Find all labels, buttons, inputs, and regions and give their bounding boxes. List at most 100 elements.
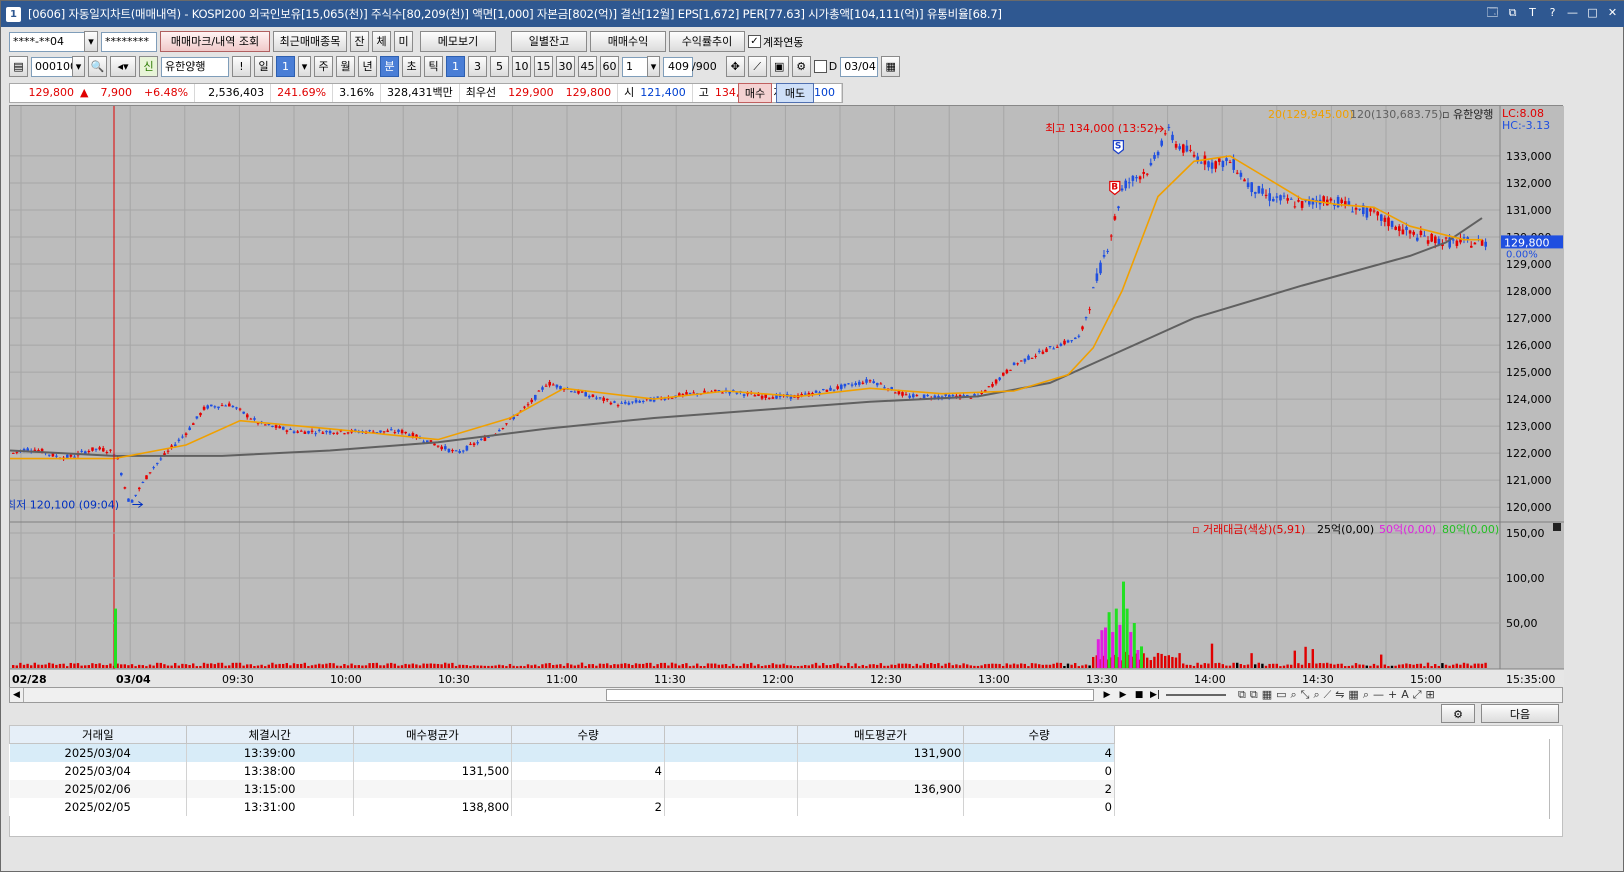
col-sell-qty[interactable]: 수량 — [963, 725, 1115, 744]
volume-bar — [1398, 664, 1401, 668]
code-dropdown-icon[interactable]: ▾ — [72, 56, 85, 77]
stock-code-input[interactable]: 000100 — [31, 56, 73, 77]
candle-body — [922, 394, 926, 399]
minute-1-button[interactable]: 1 — [446, 56, 465, 77]
text-icon[interactable]: T — [1526, 6, 1539, 19]
volume-bar — [94, 663, 98, 668]
price-chart-svg[interactable]: 120,000 121,000 122,000 123,000 124,000 125,0… — [10, 106, 1564, 688]
crosshair-icon[interactable]: ✥ — [725, 56, 745, 77]
table-row[interactable]: 2025/02/05 13:31:00 138,800 2 0 — [9, 797, 1115, 816]
candle-body — [1300, 201, 1304, 208]
grid-vertical-scrollbar[interactable] — [1549, 739, 1559, 819]
volume-bar — [426, 663, 429, 668]
trade-profit-button[interactable]: 매매수익 — [590, 31, 666, 52]
sell-button[interactable]: 매도 — [776, 83, 814, 103]
table-row[interactable]: 2025/03/04 13:38:00 131,500 4 0 — [9, 761, 1115, 780]
return-trend-button[interactable]: 수익률추이 — [669, 31, 745, 52]
trade-mark-button[interactable]: 매매마크/내역 조회 — [160, 31, 270, 52]
period-tick-button[interactable]: 틱 — [424, 56, 443, 77]
volume-bar — [1045, 664, 1048, 668]
date-input[interactable]: 03/04 — [840, 56, 879, 77]
minute-5-button[interactable]: 5 — [490, 56, 509, 77]
stop-icon[interactable]: ■ — [1132, 688, 1146, 702]
minute-10-button[interactable]: 10 — [512, 56, 531, 77]
volume-bar — [278, 663, 281, 668]
period-second-button[interactable]: 초 — [402, 56, 421, 77]
calendar-icon[interactable]: ▦ — [881, 56, 901, 77]
volume-bar — [721, 664, 724, 668]
count-input[interactable]: 409 — [663, 56, 693, 77]
minute-45-button[interactable]: 45 — [578, 56, 597, 77]
volume-bar — [256, 665, 260, 668]
period-dropdown-icon[interactable]: ▾ — [298, 56, 311, 77]
account-select[interactable]: ****-**04 — [9, 31, 85, 52]
candle-body — [1455, 240, 1459, 246]
jan-button[interactable]: 잔 — [350, 31, 369, 52]
col-buy-qty[interactable]: 수량 — [511, 725, 665, 744]
minute-60-button[interactable]: 60 — [600, 56, 619, 77]
scroll-right-icon[interactable]: ▶ — [1100, 688, 1114, 702]
candle-body — [1041, 351, 1045, 354]
minute-3-button[interactable]: 3 — [468, 56, 487, 77]
volume-bar — [130, 664, 134, 668]
candle-body — [314, 433, 317, 435]
help-icon[interactable]: ? — [1546, 6, 1559, 19]
period-week-button[interactable]: 주 — [314, 56, 333, 77]
recent-items-button[interactable]: 최근매매종목 — [273, 31, 347, 52]
mi-button[interactable]: 미 — [394, 31, 413, 52]
play-icon[interactable]: ▶ — [1116, 688, 1130, 702]
date-checkbox[interactable]: D — [813, 60, 837, 73]
best-bid: 129,800 — [560, 84, 619, 102]
next-button[interactable]: 다음 — [1481, 704, 1559, 723]
account-dropdown-icon[interactable]: ▾ — [84, 31, 98, 52]
dock-icon[interactable]: 🗔 — [1486, 6, 1499, 19]
buy-button[interactable]: 매수 — [738, 83, 772, 103]
search-icon[interactable]: 🔍 — [88, 56, 107, 77]
memo-button[interactable]: 메모보기 — [420, 31, 496, 52]
close-icon[interactable]: ✕ — [1606, 6, 1619, 19]
table-row[interactable]: 2025/02/06 13:15:00 136,900 2 — [9, 779, 1115, 798]
scroll-left-icon[interactable]: ◀ — [10, 688, 24, 702]
minute-15-button[interactable]: 15 — [534, 56, 553, 77]
daily-balance-button[interactable]: 일별잔고 — [511, 31, 587, 52]
col-exec-time[interactable]: 체결시간 — [185, 725, 354, 744]
period-year-button[interactable]: 년 — [358, 56, 377, 77]
minimize-icon[interactable]: — — [1566, 6, 1579, 19]
che-button[interactable]: 체 — [372, 31, 391, 52]
period-minute-button[interactable]: 분 — [380, 56, 399, 77]
chart-tool-icons[interactable]: ⧉⧉▦▭⌕⤡⌕⟋⇋▦⌕—+A⤢⊞ — [1238, 688, 1439, 702]
fast-forward-icon[interactable]: ▶| — [1148, 688, 1162, 702]
window-icon[interactable]: 1 — [6, 6, 21, 22]
volume-bar — [1210, 643, 1214, 668]
trendline-icon[interactable]: ⟋ — [747, 56, 767, 77]
candle-body — [346, 432, 350, 434]
col-trade-date[interactable]: 거래일 — [9, 725, 187, 744]
interval-dropdown-icon[interactable]: ▾ — [647, 56, 660, 77]
volume-bar — [1416, 663, 1419, 668]
sound-icon[interactable]: ◂▾ — [110, 56, 136, 77]
interval-input[interactable]: 1 — [622, 56, 648, 77]
volume-bar — [735, 665, 738, 668]
chart-scrollbar[interactable]: ◀ ▶ ▶ ■ ▶| ⧉⧉▦▭⌕⤡⌕⟋⇋▦⌕—+A⤢⊞ — [9, 687, 1563, 703]
col-buy-avg[interactable]: 매수평균가 — [352, 725, 513, 744]
save-icon[interactable]: ▣ — [769, 56, 789, 77]
volume-bar — [1408, 664, 1412, 668]
account-link-checkbox[interactable]: ✓ 계좌연동 — [748, 34, 803, 50]
settings-gear-icon[interactable]: ⚙ — [791, 56, 811, 77]
restore-icon[interactable]: ⧉ — [1506, 6, 1519, 19]
period-n-button[interactable]: 1 — [276, 56, 295, 77]
period-month-button[interactable]: 월 — [336, 56, 355, 77]
col-sell-avg[interactable]: 매도평균가 — [796, 725, 965, 744]
minute-30-button[interactable]: 30 — [556, 56, 575, 77]
zoom-slider[interactable] — [1166, 694, 1226, 696]
layout-icon[interactable]: ▤ — [9, 56, 28, 77]
password-field[interactable]: ******** — [101, 31, 157, 52]
volume-bar — [102, 664, 105, 668]
grid-settings-gear-icon[interactable]: ⚙ — [1441, 704, 1475, 723]
table-row[interactable]: 2025/03/04 13:39:00 131,900 4 — [9, 743, 1115, 762]
alert-button[interactable]: ! — [232, 56, 251, 77]
scroll-thumb[interactable] — [606, 689, 1094, 701]
period-day-button[interactable]: 일 — [254, 56, 273, 77]
chart-area[interactable]: 120,000 121,000 122,000 123,000 124,000 125,0… — [9, 105, 1564, 688]
maximize-icon[interactable]: □ — [1586, 6, 1599, 19]
